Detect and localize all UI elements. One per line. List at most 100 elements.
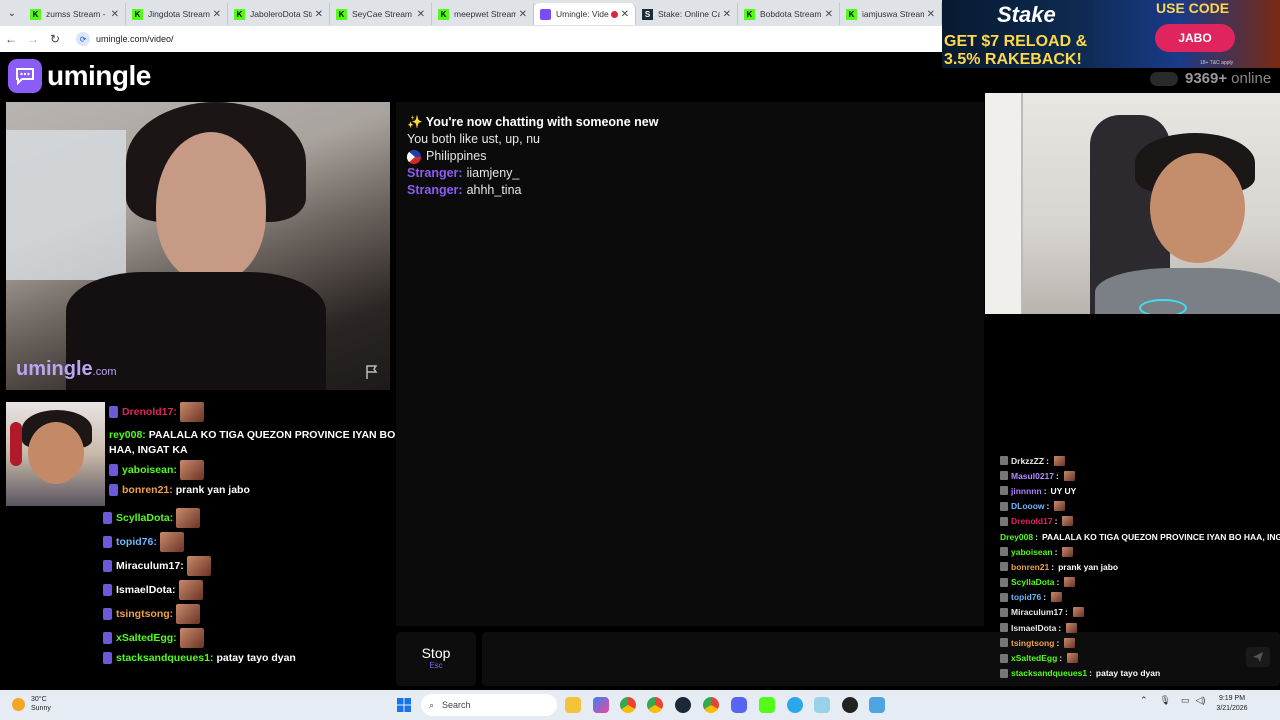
copilot-icon[interactable] (593, 697, 609, 713)
steam-icon[interactable] (675, 697, 691, 713)
chrome-icon-2[interactable] (647, 697, 663, 713)
stream-chat-row: Drenold17 : (1000, 514, 1280, 529)
stream-chat-username: IsmaelDota (1011, 622, 1057, 633)
kick-favicon-icon: K (234, 8, 245, 20)
chat-badge-icon (103, 652, 112, 664)
browser-tab[interactable]: S Stake: Online Cas✕ (636, 3, 738, 25)
stream-chat-row: IsmaelDota : (1000, 620, 1280, 635)
stranger-country: Philippines (407, 148, 973, 165)
browser-tab[interactable]: Kzumss Stream - K ✕ (24, 3, 126, 25)
report-flag-icon[interactable] (364, 364, 380, 380)
site-info-icon[interactable]: ⟳ (76, 32, 90, 46)
chat-emote-icon (1072, 607, 1084, 618)
stream-chat-row: DrkzzZZ : (1000, 453, 1280, 468)
url-text[interactable]: umingle.com/video/ (96, 34, 174, 44)
close-tab-icon[interactable]: ✕ (621, 9, 629, 20)
taskbar-search[interactable]: ⌕ Search (421, 694, 557, 716)
kick-favicon-icon: K (438, 8, 449, 20)
overlay-chat-message: rey008: PAALALA KO TIGA QUEZON PROVINCE … (109, 428, 399, 458)
chat-badge-icon (1000, 607, 1008, 617)
chat-text: PAALALA KO TIGA QUEZON PROVINCE IYAN BO … (109, 429, 396, 456)
close-tab-icon[interactable]: ✕ (213, 9, 221, 20)
overlay-chat-message: topid76: (103, 532, 184, 552)
forward-icon[interactable]: → (22, 32, 44, 46)
chat-badge-icon (1000, 456, 1008, 466)
browser-tab-bar: ⌄ Kzumss Stream - K ✕ K Jingdota Stream ✕ K Ja… (0, 0, 942, 26)
chat-emote-icon (176, 508, 201, 528)
tab-search-chevron-icon[interactable]: ⌄ (0, 0, 24, 26)
search-icon: ⌕ (429, 699, 435, 710)
close-tab-icon[interactable]: ✕ (417, 9, 425, 20)
overlay-chat-message: Drenold17: (109, 402, 204, 422)
url-field[interactable]: ⟳ umingle.com/video/ (72, 29, 942, 49)
app-icon[interactable] (814, 697, 830, 713)
stream-chat-row: bonren21 : prank yan jabo (1000, 559, 1280, 574)
volume-icon[interactable]: ◁) (1196, 695, 1206, 706)
chrome-icon-3[interactable] (703, 697, 719, 713)
chat-emote-icon (179, 460, 204, 480)
close-tab-icon[interactable]: ✕ (315, 9, 323, 20)
start-windows-icon[interactable] (397, 698, 411, 712)
chat-badge-icon (1000, 623, 1008, 633)
chrome-icon[interactable] (620, 697, 636, 713)
overlay-chat-message: tsingtsong: (103, 604, 201, 624)
stranger-video: umingle.com (6, 102, 390, 390)
clock[interactable]: 9:19 PM 3/21/2026 (1214, 694, 1250, 714)
browser-tab[interactable]: Kmeepwet Stream ✕ (432, 3, 534, 25)
telegram-icon[interactable] (787, 697, 803, 713)
tray-chevron-icon[interactable]: ⌃ (1140, 695, 1148, 706)
browser-tab[interactable]: K Bobdota Stream ✕ (738, 3, 840, 25)
stop-shortcut-hint: Esc (429, 661, 443, 670)
stream-chat-username: Drey008 (1000, 531, 1034, 542)
browser-tab[interactable]: K SeyCae Stream ✕ (330, 3, 432, 25)
online-toggle[interactable] (1150, 71, 1178, 86)
microphone-icon (10, 422, 22, 466)
watermark-text: umingle (16, 358, 93, 380)
chat-badge-icon (1000, 547, 1008, 557)
chat-badge-icon (103, 608, 112, 620)
mic-tray-icon[interactable]: 🎙 (1160, 695, 1171, 706)
file-explorer-icon[interactable] (565, 697, 581, 713)
kick-icon[interactable] (759, 697, 775, 713)
site-logo[interactable]: umingle (8, 59, 151, 93)
message-author: Stranger: (407, 183, 463, 197)
chat-emote-icon (179, 402, 204, 422)
close-tab-icon[interactable]: ✕ (723, 9, 731, 20)
ad-logo: Stake (997, 2, 1056, 27)
stream-chat-row: Drey008 : PAALALA KO TIGA QUEZON PROVINCE… (1000, 529, 1280, 544)
back-icon[interactable]: ← (0, 32, 22, 46)
browser-tab[interactable]: Kiamjuswa Stream ✕ (840, 3, 942, 25)
stream-chat-text: PAALALA KO TIGA QUEZON PROVINCE IYAN BO … (1041, 531, 1280, 542)
stream-chat-row: Masul0217 : (1000, 468, 1280, 483)
reload-icon[interactable]: ↻ (44, 32, 66, 46)
close-tab-icon[interactable]: ✕ (111, 9, 119, 20)
stream-chat-username: xSaltedEgg (1011, 653, 1058, 664)
close-tab-icon[interactable]: ✕ (927, 9, 935, 20)
chat-emote-icon (179, 628, 204, 648)
overlay-chat-message: IsmaelDota: (103, 580, 203, 600)
weather-widget[interactable]: 30°C Sunny (12, 695, 51, 713)
chat-emote-icon (159, 532, 184, 552)
close-tab-icon[interactable]: ✕ (519, 9, 527, 20)
obs-icon[interactable] (842, 697, 858, 713)
stream-chat-username: Miraculum17 (1011, 607, 1063, 618)
browser-tab[interactable]: Umingle: Vide ✕ (534, 3, 636, 25)
watermark-suffix: .com (92, 366, 117, 378)
network-icon[interactable]: ▭ (1181, 695, 1190, 706)
chat-badge-icon (109, 464, 118, 476)
browser-tab[interactable]: K JaboleroDota Str ✕ (228, 3, 330, 25)
recording-indicator-icon (610, 10, 618, 18)
stop-button[interactable]: Stop Esc (396, 632, 476, 686)
chat-emote-icon (176, 604, 201, 624)
notepad-icon[interactable] (869, 697, 885, 713)
chat-badge-icon (109, 484, 118, 496)
browser-tab[interactable]: K Jingdota Stream ✕ (126, 3, 228, 25)
chat-emote-icon (1064, 577, 1076, 588)
clock-date: 3/21/2026 (1216, 705, 1248, 712)
close-tab-icon[interactable]: ✕ (825, 9, 833, 20)
discord-icon[interactable] (731, 697, 747, 713)
separator: : (1043, 485, 1047, 496)
chat-text: prank yan jabo (175, 484, 250, 496)
overlay-chat-message: stacksandqueues1: patay tayo dyan (103, 652, 296, 664)
stake-ad-banner[interactable]: Stake GET $7 RELOAD & 3.5% RAKEBACK! USE… (942, 0, 1280, 68)
